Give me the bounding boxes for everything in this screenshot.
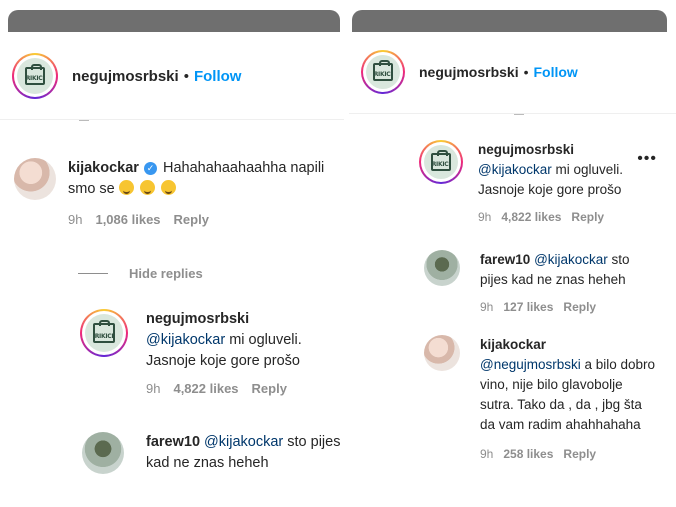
browser-top-bar bbox=[8, 10, 340, 32]
comment-item: kijakockar @negujmosrbski a bilo dobro v… bbox=[424, 335, 660, 461]
comment-username[interactable]: farew10 bbox=[480, 252, 530, 267]
user-avatar[interactable] bbox=[424, 335, 460, 371]
comment-text: farew10 @kijakockar sto pijes kad ne zna… bbox=[146, 432, 344, 474]
post-header: RIKICI negujmosrbski • Follow bbox=[12, 53, 241, 99]
separator-dot: • bbox=[183, 67, 189, 85]
brand-logo-icon: RIKICI bbox=[366, 55, 400, 89]
hide-replies-line bbox=[78, 273, 108, 274]
reply-item: farew10 @kijakockar sto pijes kad ne zna… bbox=[82, 432, 344, 474]
user-avatar[interactable]: RIKICI bbox=[80, 309, 128, 357]
comment-item: kijakockar ✓ Hahahahaahaahha napili smo … bbox=[14, 158, 340, 227]
laughing-emoji-icon bbox=[118, 180, 134, 195]
verified-badge-icon: ✓ bbox=[143, 162, 157, 175]
brand-logo-icon: RIKICI bbox=[424, 145, 458, 179]
comment-meta: 9h 127 likes Reply bbox=[480, 300, 660, 314]
comment-meta: 9h 1,086 likes Reply bbox=[68, 212, 340, 227]
comment-time: 9h bbox=[480, 300, 494, 314]
separator-dot: • bbox=[523, 64, 529, 80]
mention-link[interactable]: @kijakockar bbox=[478, 162, 552, 177]
comment-username[interactable]: kijakockar bbox=[68, 160, 139, 176]
comment-time: 9h bbox=[146, 381, 161, 396]
comment-likes[interactable]: 1,086 likes bbox=[95, 212, 160, 227]
comment-username[interactable]: negujmosrbski bbox=[478, 142, 574, 157]
header-username[interactable]: negujmosrbski bbox=[72, 68, 179, 85]
grimace-emoji-icon bbox=[139, 180, 155, 195]
reply-button[interactable]: Reply bbox=[174, 212, 209, 227]
reply-button[interactable]: Reply bbox=[571, 210, 604, 224]
browser-top-bar bbox=[352, 10, 667, 32]
profile-avatar[interactable]: RIKICI bbox=[12, 53, 58, 99]
user-avatar[interactable]: RIKICI bbox=[419, 140, 463, 184]
left-screenshot-panel: RIKICI negujmosrbski • Follow kijakockar… bbox=[0, 0, 344, 507]
comment-username[interactable]: kijakockar bbox=[480, 337, 546, 352]
sunglasses-emoji-icon bbox=[160, 180, 176, 195]
truncated-comment-edge bbox=[514, 114, 524, 118]
comment-time: 9h bbox=[480, 447, 494, 461]
user-avatar[interactable] bbox=[82, 432, 124, 474]
reply-button[interactable]: Reply bbox=[252, 381, 287, 396]
follow-button[interactable]: Follow bbox=[534, 64, 578, 80]
reply-item: RIKICI negujmosrbski @kijakockar mi oglu… bbox=[80, 309, 344, 396]
follow-button[interactable]: Follow bbox=[194, 68, 242, 85]
comment-text: negujmosrbski @kijakockar mi ogluveli. J… bbox=[478, 140, 658, 200]
hide-replies-button[interactable]: Hide replies bbox=[78, 266, 203, 281]
comment-likes[interactable]: 4,822 likes bbox=[173, 381, 238, 396]
comment-meta: 9h 4,822 likes Reply bbox=[146, 381, 344, 396]
comment-text: kijakockar @negujmosrbski a bilo dobro v… bbox=[480, 335, 660, 435]
mention-link[interactable]: @kijakockar bbox=[534, 252, 608, 267]
comment-meta: 9h 258 likes Reply bbox=[480, 447, 660, 461]
comment-text: negujmosrbski @kijakockar mi ogluveli. J… bbox=[146, 309, 344, 372]
header-divider bbox=[349, 113, 676, 114]
comment-likes[interactable]: 258 likes bbox=[503, 447, 553, 461]
comment-username[interactable]: farew10 bbox=[146, 434, 200, 450]
comment-likes[interactable]: 4,822 likes bbox=[501, 210, 561, 224]
comment-item: RIKICI negujmosrbski @kijakockar mi oglu… bbox=[419, 140, 658, 224]
header-username[interactable]: negujmosrbski bbox=[419, 64, 519, 80]
hide-replies-label: Hide replies bbox=[129, 266, 203, 281]
user-avatar[interactable] bbox=[424, 250, 460, 286]
comment-likes[interactable]: 127 likes bbox=[503, 300, 553, 314]
mention-link[interactable]: @negujmosrbski bbox=[480, 357, 581, 372]
post-header: RIKICI negujmosrbski • Follow bbox=[361, 50, 578, 94]
header-divider bbox=[0, 119, 344, 120]
comment-username[interactable]: negujmosrbski bbox=[146, 311, 249, 327]
brand-logo-icon: RIKICI bbox=[85, 314, 123, 352]
profile-avatar[interactable]: RIKICI bbox=[361, 50, 405, 94]
brand-logo-icon: RIKICI bbox=[17, 58, 53, 94]
reply-button[interactable]: Reply bbox=[563, 447, 596, 461]
comment-text: farew10 @kijakockar sto pijes kad ne zna… bbox=[480, 250, 660, 290]
right-screenshot-panel: RIKICI negujmosrbski • Follow ••• RIKICI… bbox=[349, 0, 676, 507]
mention-link[interactable]: @kijakockar bbox=[146, 332, 225, 348]
comment-meta: 9h 4,822 likes Reply bbox=[478, 210, 658, 224]
comment-time: 9h bbox=[478, 210, 492, 224]
mention-link[interactable]: @kijakockar bbox=[204, 434, 283, 450]
comment-item: farew10 @kijakockar sto pijes kad ne zna… bbox=[424, 250, 660, 314]
reply-button[interactable]: Reply bbox=[563, 300, 596, 314]
truncated-comment-edge bbox=[79, 120, 89, 124]
comment-text: kijakockar ✓ Hahahahaahaahha napili smo … bbox=[68, 158, 340, 200]
comment-time: 9h bbox=[68, 212, 83, 227]
user-avatar[interactable] bbox=[14, 158, 56, 200]
